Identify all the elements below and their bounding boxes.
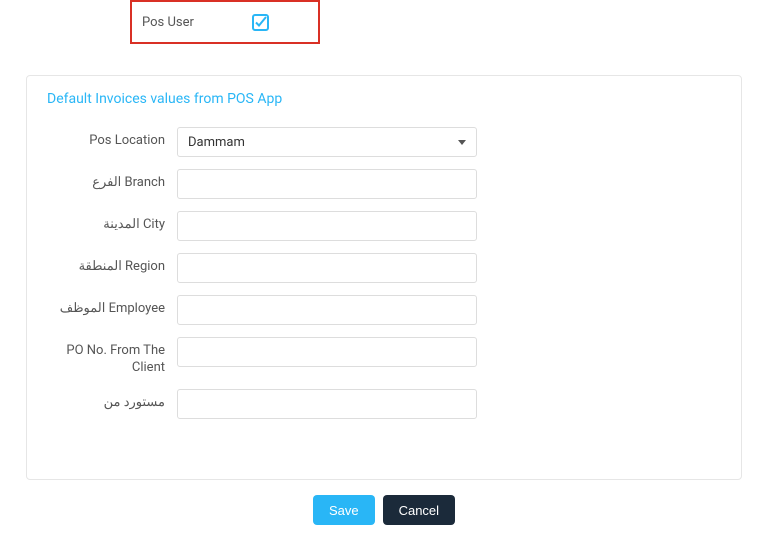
row-po-no: PO No. From The Client — [47, 337, 721, 377]
input-po-no[interactable] — [177, 337, 477, 367]
input-region[interactable] — [177, 253, 477, 283]
row-region: المنطقة Region — [47, 253, 721, 283]
row-pos-location: Pos Location Dammam — [47, 127, 721, 157]
action-buttons: Save Cancel — [0, 495, 768, 525]
label-branch: الفرع Branch — [47, 169, 177, 192]
input-city[interactable] — [177, 211, 477, 241]
label-po-no: PO No. From The Client — [47, 337, 177, 377]
pos-user-checkbox[interactable] — [252, 14, 269, 31]
pos-defaults-panel: Default Invoices values from POS App Pos… — [26, 75, 742, 480]
row-city: المدينة City — [47, 211, 721, 241]
save-button[interactable]: Save — [313, 495, 375, 525]
input-imported[interactable] — [177, 389, 477, 419]
input-branch[interactable] — [177, 169, 477, 199]
label-region: المنطقة Region — [47, 253, 177, 276]
pos-user-highlight: Pos User — [130, 0, 320, 44]
panel-title: Default Invoices values from POS App — [47, 91, 721, 107]
row-employee: الموظف Employee — [47, 295, 721, 325]
pos-user-label: Pos User — [142, 15, 194, 30]
label-imported: مستورد من — [47, 389, 177, 412]
select-pos-location[interactable]: Dammam — [177, 127, 477, 157]
input-employee[interactable] — [177, 295, 477, 325]
label-city: المدينة City — [47, 211, 177, 234]
cancel-button[interactable]: Cancel — [383, 495, 455, 525]
select-pos-location-value: Dammam — [188, 135, 458, 150]
row-imported: مستورد من — [47, 389, 721, 419]
checkbox-checked-icon — [252, 14, 269, 31]
label-employee: الموظف Employee — [47, 295, 177, 318]
row-branch: الفرع Branch — [47, 169, 721, 199]
chevron-down-icon — [458, 140, 466, 145]
label-pos-location: Pos Location — [47, 127, 177, 150]
